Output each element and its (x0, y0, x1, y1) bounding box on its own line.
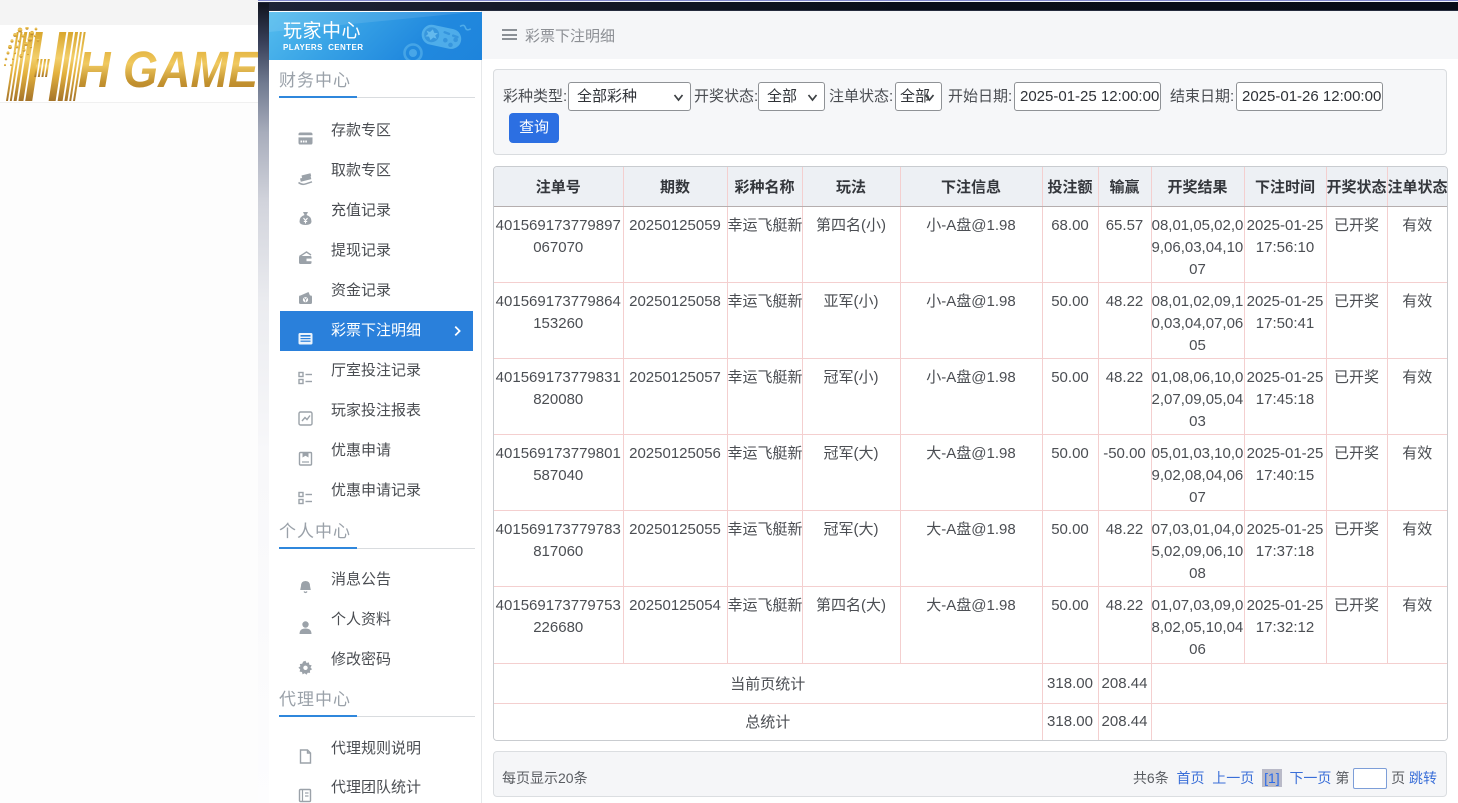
svg-text:H GAME: H GAME (78, 41, 258, 98)
